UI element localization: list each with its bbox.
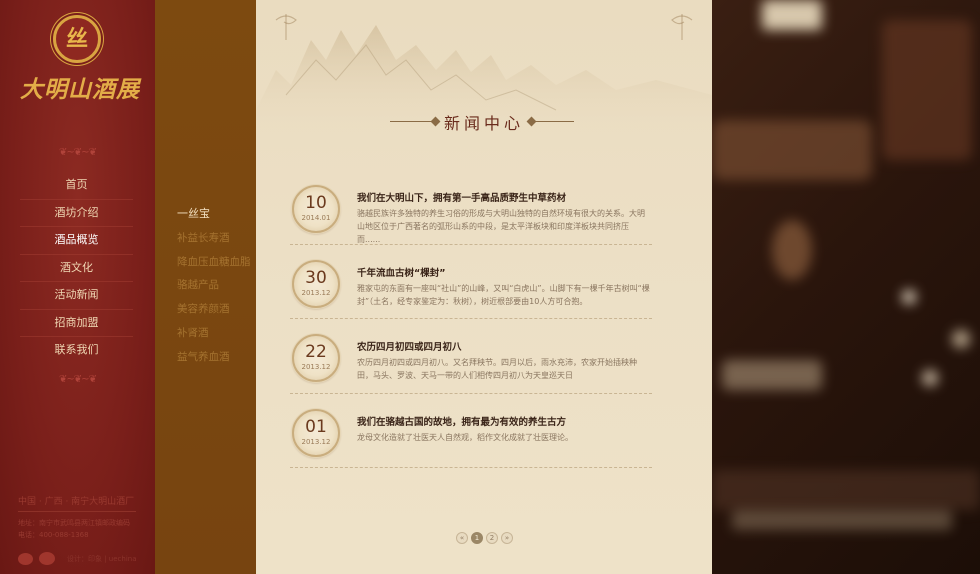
nav-item-news[interactable]: 活动新闻: [20, 282, 133, 310]
brand-logo-badge[interactable]: 丝: [53, 15, 101, 63]
pager-page-1[interactable]: 1: [471, 532, 483, 544]
news-item[interactable]: 01 2013.12 我们在骆越古国的故地，拥有最为有效的养生古方 龙母文化造就…: [290, 394, 652, 468]
date-year-month: 2014.01: [301, 214, 331, 222]
date-badge: 22 2013.12: [292, 334, 340, 382]
date-year-month: 2013.12: [301, 363, 331, 371]
submenu-item[interactable]: 降血压血糖血脂: [177, 253, 251, 277]
news-summary: 龙母文化造就了壮医天人自然观，稻作文化成就了壮医理论。: [357, 432, 573, 442]
date-year-month: 2013.12: [301, 288, 331, 297]
ornament-divider-icon: ❦~❦~❦: [59, 147, 97, 158]
main-content: 新闻中心 10 2014.01 我们在大明山下，拥有第一手高品质野生中草药材 骆…: [256, 0, 712, 574]
nav-item-products[interactable]: 酒品概览: [20, 227, 133, 255]
date-badge: 01 2013.12: [292, 408, 340, 457]
pagination: « 1 2 »: [456, 532, 513, 544]
pager-prev-button[interactable]: «: [456, 532, 468, 544]
news-title[interactable]: 我们在骆越古国的故地，拥有最为有效的养生古方: [357, 414, 652, 428]
footer-credit[interactable]: 设计：印象 | uechina: [67, 554, 137, 564]
news-summary: 骆越民族许多独特的养生习俗的形成与大明山独特的自然环境有很大的关系。大明山地区位…: [357, 209, 645, 244]
date-day: 22: [305, 342, 327, 362]
date-day: 01: [305, 416, 327, 437]
social-links: 设计：印象 | uechina: [18, 552, 137, 565]
pager-page-2[interactable]: 2: [486, 532, 498, 544]
submenu-panel: 一丝宝 补益长寿酒 降血压血糖血脂 骆越产品 美容养颜酒 补肾酒 益气养血酒: [155, 0, 256, 574]
nav-item-culture[interactable]: 酒文化: [20, 255, 133, 282]
news-list: 10 2014.01 我们在大明山下，拥有第一手高品质野生中草药材 骆越民族许多…: [290, 170, 652, 468]
footer-location: 中国 · 广西 · 南宁大明山酒厂: [18, 494, 136, 512]
submenu-item[interactable]: 补益长寿酒: [177, 229, 251, 253]
submenu-item[interactable]: 一丝宝: [177, 205, 251, 229]
date-year-month: 2013.12: [301, 437, 331, 446]
news-title[interactable]: 农历四月初四或四月初八: [357, 339, 652, 353]
nav-item-contact[interactable]: 联系我们: [20, 337, 133, 365]
news-item[interactable]: 10 2014.01 我们在大明山下，拥有第一手高品质野生中草药材 骆越民族许多…: [290, 170, 652, 245]
nav-item-franchise[interactable]: 招商加盟: [20, 310, 133, 337]
weibo-icon[interactable]: [18, 552, 33, 565]
date-badge: 30 2013.12: [292, 259, 340, 308]
footer-phone: 电话：400-088-1368: [18, 531, 89, 539]
submenu-item[interactable]: 补肾酒: [177, 324, 251, 348]
news-summary: 雅家屯的东面有一座叫“社山”的山峰，又叫“白虎山”。山脚下有一棵千年古树叫“棵封…: [357, 283, 650, 306]
pager-next-button[interactable]: »: [501, 532, 513, 544]
news-summary: 农历四月初四或四月初八。又名拜秧节。四月以后，雨水充沛，农家开始插秧种田，马头、…: [357, 358, 637, 380]
title-divider-right: [528, 121, 574, 122]
footer-address: 地址：南宁市武鸣县两江镇邮政编码: [18, 519, 130, 527]
ornament-divider-icon: ❦~❦~❦: [59, 374, 97, 385]
news-title[interactable]: 我们在大明山下，拥有第一手高品质野生中草药材: [357, 190, 652, 204]
wechat-icon[interactable]: [39, 552, 55, 565]
nav-item-home[interactable]: 首页: [20, 172, 133, 200]
brand-logo-text[interactable]: 大明山酒展: [10, 70, 150, 104]
news-item[interactable]: 22 2013.12 农历四月初四或四月初八 农历四月初四或四月初八。又名拜秧节…: [290, 319, 652, 394]
date-badge: 10 2014.01: [292, 185, 340, 233]
submenu-item[interactable]: 骆越产品: [177, 276, 251, 300]
decorative-interior-photo: [712, 0, 980, 574]
submenu-item[interactable]: 益气养血酒: [177, 348, 251, 372]
date-day: 30: [305, 267, 327, 288]
main-nav: 首页 酒坊介绍 酒品概览 酒文化 活动新闻 招商加盟 联系我们: [20, 172, 133, 365]
sidebar: 丝 大明山酒展 ❦~❦~❦ 首页 酒坊介绍 酒品概览 酒文化 活动新闻 招商加盟…: [0, 0, 155, 574]
submenu-item[interactable]: 美容养颜酒: [177, 300, 251, 324]
nav-item-about[interactable]: 酒坊介绍: [20, 200, 133, 227]
submenu-list: 一丝宝 补益长寿酒 降血压血糖血脂 骆越产品 美容养颜酒 补肾酒 益气养血酒: [177, 205, 251, 372]
news-item[interactable]: 30 2013.12 千年流血古树“棵封” 雅家屯的东面有一座叫“社山”的山峰，…: [290, 245, 652, 319]
section-title: 新闻中心: [443, 114, 524, 133]
news-title[interactable]: 千年流血古树“棵封”: [357, 265, 652, 279]
date-day: 10: [305, 193, 327, 213]
